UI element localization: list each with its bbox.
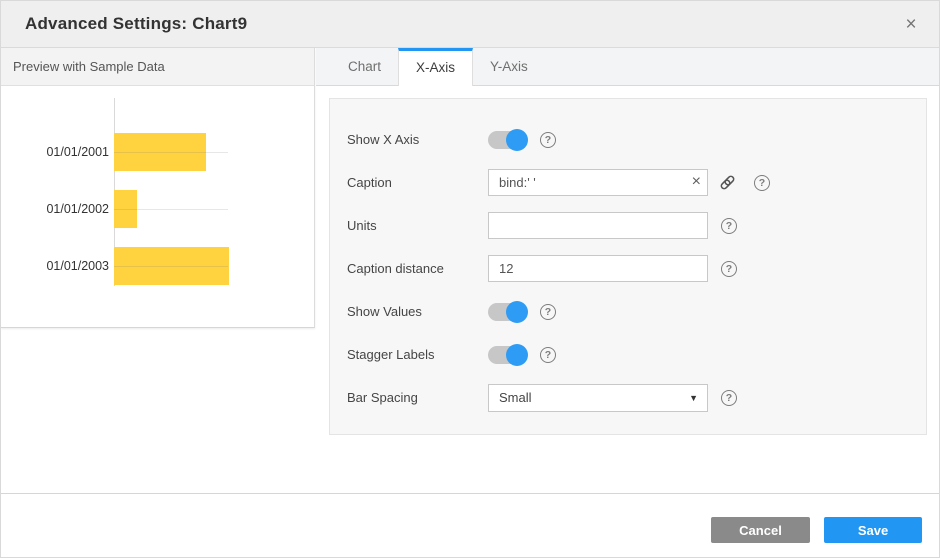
chart-bar-row: 01/01/2001: [1, 133, 314, 171]
advanced-settings-dialog: Advanced Settings: Chart9 × Preview with…: [0, 0, 940, 558]
chart-category-label: 01/01/2001: [11, 145, 109, 159]
field-label: Show Values: [347, 304, 488, 319]
bar-spacing-select[interactable]: Small ▼: [488, 384, 708, 412]
row-bar-spacing: Bar Spacing Small ▼ ?: [347, 376, 926, 419]
field-label: Caption: [347, 175, 488, 190]
chart-bar-row: 01/01/2003: [1, 247, 314, 285]
x-axis-settings-panel: Show X Axis ? Caption ×: [329, 98, 927, 435]
field-label: Stagger Labels: [347, 347, 488, 362]
chart-bar-row: 01/01/2002: [1, 190, 314, 228]
chart-category-label: 01/01/2002: [11, 202, 109, 216]
help-icon[interactable]: ?: [540, 132, 556, 148]
preview-panel-title: Preview with Sample Data: [13, 59, 165, 74]
close-icon[interactable]: ×: [899, 13, 923, 37]
show-values-toggle[interactable]: [488, 301, 528, 323]
field-label: Show X Axis: [347, 132, 488, 147]
stagger-labels-toggle[interactable]: [488, 344, 528, 366]
help-icon[interactable]: ?: [721, 390, 737, 406]
preview-panel: Preview with Sample Data 01/01/2001 01/0…: [1, 48, 315, 328]
chart-gridline: [114, 152, 228, 153]
field-label: Bar Spacing: [347, 390, 488, 405]
help-icon[interactable]: ?: [754, 175, 770, 191]
field-label: Caption distance: [347, 261, 488, 276]
row-show-x-axis: Show X Axis ?: [347, 118, 926, 161]
settings-region: Chart X-Axis Y-Axis Show X Axis ? Captio…: [316, 48, 940, 494]
units-input[interactable]: [488, 212, 708, 239]
dialog-titlebar: Advanced Settings: Chart9 ×: [1, 1, 939, 48]
show-x-axis-toggle[interactable]: [488, 129, 528, 151]
tab-x-axis[interactable]: X-Axis: [398, 48, 473, 86]
chart-gridline: [114, 266, 228, 267]
row-caption: Caption × ?: [347, 161, 926, 204]
tab-chart[interactable]: Chart: [331, 48, 398, 86]
chevron-down-icon: ▼: [689, 385, 698, 411]
tab-bar: Chart X-Axis Y-Axis: [316, 48, 940, 86]
caption-input[interactable]: [488, 169, 708, 196]
dialog-title: Advanced Settings: Chart9: [25, 14, 247, 34]
preview-bar-chart: 01/01/2001 01/01/2002 01/01/2003: [1, 86, 314, 327]
row-caption-distance: Caption distance ?: [347, 247, 926, 290]
row-show-values: Show Values ?: [347, 290, 926, 333]
cancel-button[interactable]: Cancel: [711, 517, 810, 543]
bar-spacing-value: Small: [499, 390, 532, 405]
tab-y-axis[interactable]: Y-Axis: [473, 48, 545, 86]
row-units: Units ?: [347, 204, 926, 247]
chart-category-label: 01/01/2003: [11, 259, 109, 273]
help-icon[interactable]: ?: [540, 304, 556, 320]
dialog-footer: Cancel Save: [1, 493, 939, 558]
help-icon[interactable]: ?: [721, 261, 737, 277]
field-label: Units: [347, 218, 488, 233]
preview-panel-header: Preview with Sample Data: [1, 48, 314, 86]
save-button[interactable]: Save: [824, 517, 922, 543]
help-icon[interactable]: ?: [540, 347, 556, 363]
clear-icon[interactable]: ×: [692, 173, 701, 191]
chart-gridline: [114, 209, 228, 210]
link-icon[interactable]: [718, 173, 737, 192]
caption-distance-input[interactable]: [488, 255, 708, 282]
help-icon[interactable]: ?: [721, 218, 737, 234]
row-stagger-labels: Stagger Labels ?: [347, 333, 926, 376]
